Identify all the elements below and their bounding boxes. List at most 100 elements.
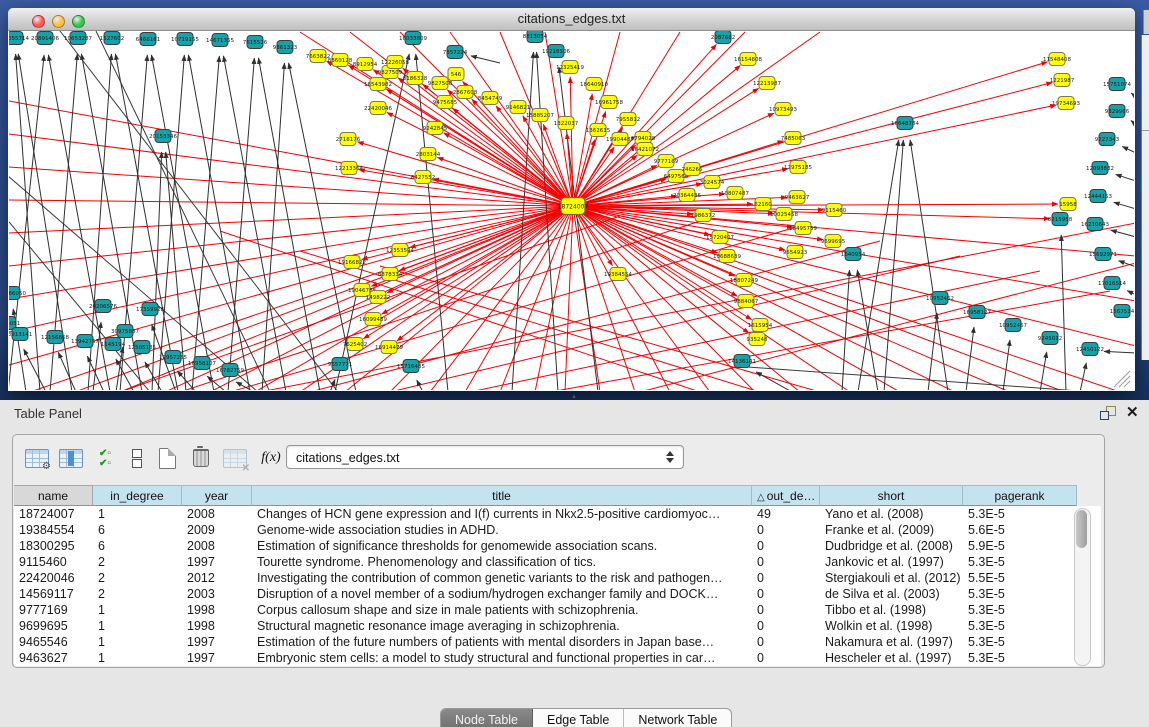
column-header-label: short [878, 489, 905, 503]
graph-node-label: 7485063 [781, 136, 806, 142]
table-panel-body: ⚙ ✔▫✔▫ ✕ f(x) citations_edges.txt name in_de… [12, 434, 1105, 668]
table-row[interactable]: 977716911998Corpus callosum shape and si… [14, 602, 1101, 618]
tab-node-table[interactable]: Node Table [441, 709, 533, 727]
table-settings-icon[interactable]: ⚙ [23, 444, 51, 472]
table-cell: 2008 [182, 538, 252, 554]
column-header-label: out_de… [767, 489, 816, 503]
table-row[interactable]: 1872400712008Changes of HCN gene express… [14, 506, 1101, 522]
table-cell: 6 [93, 522, 182, 538]
sort-ascending-icon: △ [757, 492, 765, 503]
column-header-name[interactable]: name [14, 485, 93, 506]
table-source-dropdown[interactable]: citations_edges.txt [286, 445, 684, 469]
table-cell: 9115460 [14, 554, 93, 570]
graph-node-label: 15716485 [397, 364, 425, 370]
graph-node-label: 1145194 [101, 342, 126, 348]
table-cell: 5.3E-5 [963, 650, 1077, 666]
table-cell: 18724007 [14, 506, 93, 522]
table-row[interactable]: 969969511998Structural magnetic resonanc… [14, 618, 1101, 634]
table-row[interactable]: 1456911722003Disruption of a novel membe… [14, 586, 1101, 602]
table-cell: 1998 [182, 618, 252, 634]
column-header-out-de-[interactable]: △out_de… [752, 485, 820, 506]
clear-selection-icon[interactable] [123, 444, 151, 472]
delete-table-icon: ✕ [221, 444, 249, 472]
scrollbar-thumb[interactable] [1076, 510, 1087, 548]
table-cell: Corpus callosum shape and size in male p… [252, 602, 752, 618]
table-row[interactable]: 946554611997Estimation of the future num… [14, 634, 1101, 650]
graph-node-label: 17359928 [136, 307, 164, 313]
graph-node-label: 12444153 [1084, 194, 1112, 200]
close-panel-icon[interactable]: ✕ [1126, 403, 1139, 421]
column-header-short[interactable]: short [820, 485, 963, 506]
column-header-in-degree[interactable]: in_degree [93, 485, 182, 506]
new-object-icon[interactable] [153, 444, 181, 472]
table-cell: 5.3E-5 [963, 506, 1077, 522]
show-columns-icon[interactable] [57, 444, 85, 472]
table-header-row: namein_degreeyeartitle△out_de…shortpager… [14, 485, 1101, 506]
graph-node-label: 2867608 [453, 90, 478, 96]
table-cell: Genome-wide association studies in ADHD. [252, 522, 752, 538]
table-cell: 0 [752, 522, 820, 538]
table-cell: 9699695 [14, 618, 93, 634]
table-row[interactable]: 2242004622012Investigating the contribut… [14, 570, 1101, 586]
tab-edge-table[interactable]: Edge Table [533, 709, 624, 727]
network-window[interactable]: citations_edges.txt 12325419186409101696… [8, 8, 1135, 391]
table-cell: 5.3E-5 [963, 634, 1077, 650]
graph-node-label: 7663822 [306, 54, 331, 60]
table-panel-header: Table Panel ✕ [0, 400, 1149, 428]
graph-node-label: 10952462 [926, 296, 954, 302]
table-row[interactable]: 1938455462009Genome-wide association stu… [14, 522, 1101, 538]
graph-node-label: 18640910 [580, 82, 608, 88]
graph-node-label: 9827509 [378, 70, 403, 76]
column-header-title[interactable]: title [252, 485, 752, 506]
graph-node-label: 16914479 [375, 345, 403, 351]
graph-node-label: 9657771 [328, 362, 353, 368]
table-cell: 2003 [182, 586, 252, 602]
table-cell: Jankovic et al. (1997) [820, 554, 963, 570]
graph-node-label: 10688639 [713, 254, 741, 260]
graph-node-label: 18495759 [789, 226, 817, 232]
table-cell: Dudbridge et al. (2008) [820, 538, 963, 554]
panel-splitter-handle[interactable]: ▴ [567, 393, 581, 400]
graph-node-label: 20153346 [149, 134, 177, 140]
table-cell: 1 [93, 506, 182, 522]
network-window-titlebar[interactable]: citations_edges.txt [8, 8, 1135, 31]
graph-node-label: 15720407 [706, 235, 734, 241]
table-row[interactable]: 1830029562008Estimation of significance … [14, 538, 1101, 554]
table-cell: 0 [752, 634, 820, 650]
tab-network-table[interactable]: Network Table [624, 709, 731, 727]
graph-node-label: 10025458 [770, 212, 798, 218]
table-row[interactable]: 946362711997Embryonic stem cells: a mode… [14, 650, 1101, 666]
network-canvas[interactable]: 1232541918640910169617587955812136261513… [9, 31, 1134, 390]
column-header-pagerank[interactable]: pagerank [963, 485, 1077, 506]
graph-node-label: 16648784 [891, 121, 919, 127]
function-builder-icon[interactable]: f(x) [257, 444, 285, 472]
vertical-scrollbar[interactable] [1074, 508, 1091, 666]
table-row[interactable]: 911546021997Tourette syndrome. Phenomeno… [14, 554, 1101, 570]
graph-node-label: 20364436 [673, 193, 701, 199]
graph-node-label: 8186328 [403, 76, 428, 82]
graph-node-label: 8860128 [328, 58, 353, 64]
float-panel-icon[interactable] [1100, 406, 1116, 420]
graph-node-label: 19734693 [1052, 101, 1080, 107]
column-header-label: year [205, 489, 228, 503]
graph-node-label: 1640954 [841, 252, 866, 258]
table-cell: 5.3E-5 [963, 602, 1077, 618]
table-cell: de Silva et al. (2003) [820, 586, 963, 602]
column-header-year[interactable]: year [182, 485, 252, 506]
graph-node-label: 12505185 [128, 345, 156, 351]
table-body: 1872400712008Changes of HCN gene express… [14, 506, 1101, 666]
table-cell: 1 [93, 602, 182, 618]
background-window-edge [1141, 35, 1149, 360]
column-header-label: in_degree [110, 489, 163, 503]
table-cell: 5.6E-5 [963, 522, 1077, 538]
graph-node-label: 12093832 [1086, 166, 1114, 172]
table-cell: 5.3E-5 [963, 618, 1077, 634]
table-cell: Structural magnetic resonance image aver… [252, 618, 752, 634]
delete-icon[interactable] [187, 444, 215, 472]
graph-node-label: 19218506 [542, 49, 570, 55]
select-all-icon[interactable]: ✔▫✔▫ [91, 444, 119, 472]
graph-node-label: 1527602 [100, 36, 125, 42]
graph-node-label: 10653287 [64, 36, 92, 42]
graph-node-label: 10807487 [721, 191, 749, 197]
table-cell: 1998 [182, 602, 252, 618]
